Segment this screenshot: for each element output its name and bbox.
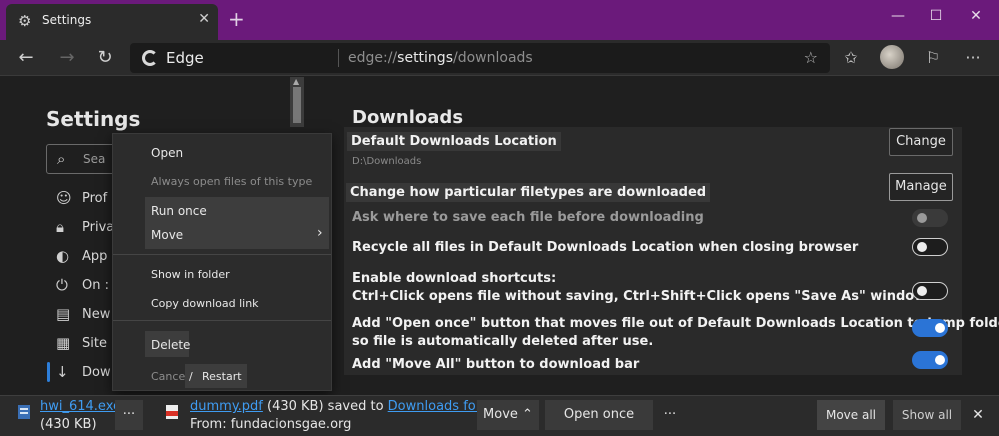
sidebar-item-label: Prof — [82, 191, 108, 206]
refresh-button[interactable]: ↻ — [94, 47, 116, 69]
search-placeholder: Sea — [83, 152, 106, 166]
divider — [338, 49, 339, 67]
favorite-star-icon[interactable]: ☆ — [804, 48, 818, 67]
filetypes-title: Change how particular filetypes are down… — [346, 183, 711, 202]
forward-button[interactable]: → — [56, 47, 78, 69]
maximize-button[interactable]: ☐ — [926, 6, 946, 26]
download-item-pdf: dummy.pdf (430 KB) saved to Downloads fo… — [190, 399, 501, 414]
scroll-up-icon[interactable]: ▲ — [293, 77, 299, 86]
feedback-icon[interactable]: ⚐ — [922, 47, 944, 69]
palette-icon: ◐ — [56, 247, 70, 265]
menu-separator — [113, 254, 331, 255]
edge-logo-icon — [142, 50, 158, 66]
person-icon: ☺ — [56, 189, 72, 207]
exe-file-size: (430 KB) — [40, 417, 97, 432]
tab-title: Settings — [42, 13, 92, 27]
new-tab-button[interactable]: + — [228, 9, 245, 29]
menu-item-delete[interactable]: Delete — [151, 338, 190, 352]
menu-item-cancel: Cancel — [151, 370, 189, 383]
exe-more-button[interactable]: ··· — [115, 400, 143, 430]
browser-toolbar: ← → ↻ Edge edge://settings/downloads ☆ ✩… — [0, 40, 999, 76]
menu-separator — [113, 320, 331, 321]
brand-label: Edge — [166, 49, 204, 67]
pdf-file-link[interactable]: dummy.pdf — [190, 399, 263, 414]
url-text[interactable]: edge://settings/downloads — [348, 50, 533, 66]
move-all-button[interactable]: Move all — [817, 400, 885, 430]
avatar[interactable] — [880, 45, 904, 69]
sidebar-item-label: On : — [82, 278, 109, 293]
scrollbar[interactable]: ▲ — [290, 77, 304, 127]
search-input[interactable]: ⌕ Sea — [46, 144, 116, 174]
exe-file-icon — [18, 405, 30, 419]
scrollbar-thumb[interactable] — [293, 87, 301, 123]
show-all-button[interactable]: Show all — [893, 400, 961, 430]
close-window-button[interactable]: ✕ — [966, 6, 986, 26]
newtab-icon: ▤ — [56, 305, 71, 323]
shortcuts-toggle[interactable] — [912, 282, 948, 300]
more-menu-icon[interactable]: ··· — [962, 47, 984, 69]
menu-item-move[interactable]: Move — [151, 228, 183, 242]
exe-file-link[interactable]: hwi_614.exe — [40, 399, 121, 414]
menu-item-copy-link[interactable]: Copy download link — [151, 297, 259, 310]
sidebar-item-label: App — [82, 249, 108, 264]
download-context-menu: Open Always open files of this type Run … — [112, 133, 332, 391]
sidebar-item-label: Site — [82, 336, 107, 351]
menu-item-always-open: Always open files of this type — [151, 175, 313, 188]
openonce-toggle[interactable] — [912, 319, 948, 337]
menu-item-restart[interactable]: Restart — [202, 370, 242, 383]
sidebar-item-label: New — [82, 307, 111, 322]
submenu-chevron-icon: › — [317, 225, 323, 241]
ask-title: Ask where to save each file before downl… — [352, 210, 704, 225]
menu-item-run-once[interactable]: Run once — [151, 204, 207, 218]
gear-icon: ⚙ — [18, 12, 32, 30]
pdf-source: From: fundacionsgae.org — [190, 417, 352, 432]
site-permissions-icon: ▦ — [56, 334, 71, 352]
download-icon: ↓ — [56, 363, 69, 381]
ask-toggle[interactable] — [912, 209, 948, 227]
openonce-title: Add "Open once" button that moves file o… — [352, 316, 999, 331]
title-bar: ⚙ Settings ✕ + — ☐ ✕ — [0, 0, 999, 40]
change-button[interactable]: Change — [889, 128, 953, 156]
shortcuts-title: Enable download shortcuts: — [352, 271, 557, 286]
download-bar: hwi_614.exe (430 KB) ··· dummy.pdf (430 … — [0, 395, 999, 436]
lock-icon: 🔒︎ — [56, 218, 64, 236]
tab-close-icon[interactable]: ✕ — [198, 11, 210, 27]
pdf-status: (430 KB) saved to — [262, 399, 388, 414]
sidebar-item-label: Dow — [82, 365, 111, 380]
moveall-toggle[interactable] — [912, 351, 948, 369]
location-title: Default Downloads Location — [347, 132, 561, 151]
chevron-up-icon: ⌃ — [522, 407, 533, 422]
downloads-title: Downloads — [352, 107, 464, 128]
power-icon: ⏻ — [56, 276, 68, 294]
download-item-exe[interactable]: hwi_614.exe — [40, 399, 121, 414]
recycle-toggle[interactable] — [912, 238, 948, 256]
move-button[interactable]: Move ⌃ — [477, 400, 539, 430]
shortcuts-description: Ctrl+Click opens file without saving, Ct… — [352, 289, 927, 304]
menu-item-show-in-folder[interactable]: Show in folder — [151, 268, 230, 281]
pdf-file-icon — [166, 405, 178, 419]
location-path: D:\Downloads — [352, 156, 422, 167]
menu-item-open[interactable]: Open — [151, 146, 183, 160]
address-bar[interactable]: Edge edge://settings/downloads ☆ — [130, 43, 830, 73]
recycle-title: Recycle all files in Default Downloads L… — [352, 240, 859, 255]
sidebar-item-label: Priva — [82, 220, 115, 235]
manage-button[interactable]: Manage — [889, 173, 953, 201]
openonce-description: so file is automatically deleted after u… — [352, 334, 654, 349]
menu-slash: / — [189, 370, 193, 383]
active-indicator — [47, 362, 50, 382]
page-title: Settings — [46, 107, 141, 131]
back-button[interactable]: ← — [15, 47, 37, 69]
moveall-title: Add "Move All" button to download bar — [352, 357, 640, 372]
minimize-button[interactable]: — — [888, 6, 908, 26]
favorites-icon[interactable]: ✩ — [840, 47, 862, 69]
open-once-button[interactable]: Open once — [545, 400, 653, 430]
tab-settings[interactable]: ⚙ Settings ✕ — [6, 4, 218, 40]
pdf-more-button[interactable]: ··· — [656, 400, 684, 430]
search-icon: ⌕ — [57, 150, 66, 168]
close-download-bar-button[interactable]: ✕ — [966, 400, 990, 430]
